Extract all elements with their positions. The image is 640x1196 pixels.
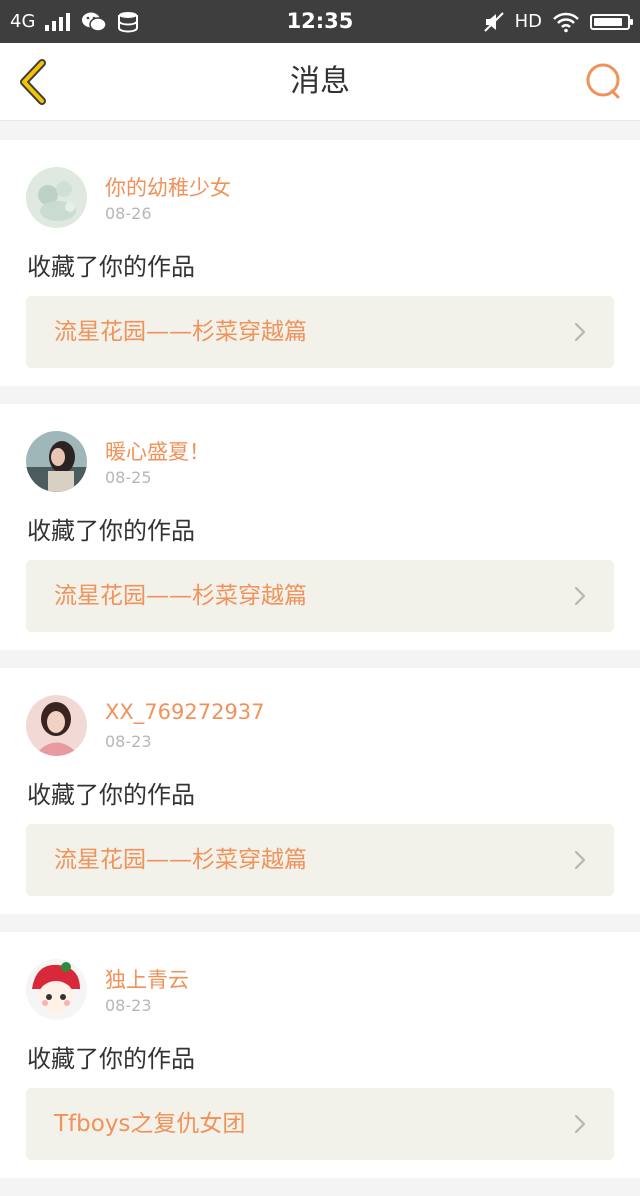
message-date: 08-23 <box>105 732 152 751</box>
message-card: 独上青云 08-23 收藏了你的作品 Tfboys之复仇女团 <box>0 932 640 1178</box>
status-right: HD <box>483 0 633 43</box>
message-date: 08-25 <box>105 468 152 487</box>
message-card: 暖心盛夏！ 08-25 收藏了你的作品 流星花园——杉菜穿越篇 <box>0 404 640 650</box>
avatar[interactable] <box>26 431 87 492</box>
mute-icon <box>483 11 504 32</box>
avatar[interactable] <box>26 167 87 228</box>
avatar[interactable] <box>26 959 87 1020</box>
message-list: 你的幼稚少女 08-26 收藏了你的作品 流星花园——杉菜穿越篇 暖心盛夏！ 0… <box>0 140 640 1196</box>
battery-icon <box>590 13 633 30</box>
chevron-right-icon <box>574 322 586 342</box>
work-title: 流星花园——杉菜穿越篇 <box>54 319 307 345</box>
search-button[interactable] <box>584 61 624 101</box>
work-title: Tfboys之复仇女团 <box>54 1111 246 1137</box>
chevron-right-icon <box>574 586 586 606</box>
wifi-icon <box>553 12 579 32</box>
action-text: 收藏了你的作品 <box>27 517 195 545</box>
search-icon <box>586 63 620 99</box>
username[interactable]: XX_769272937 <box>105 700 265 724</box>
chevron-right-icon <box>574 1114 586 1134</box>
username[interactable]: 你的幼稚少女 <box>105 172 231 202</box>
username[interactable]: 暖心盛夏！ <box>105 436 210 466</box>
work-title: 流星花园——杉菜穿越篇 <box>54 847 307 873</box>
action-text: 收藏了你的作品 <box>27 1045 195 1073</box>
work-link[interactable]: Tfboys之复仇女团 <box>26 1088 614 1160</box>
work-title: 流星花园——杉菜穿越篇 <box>54 583 307 609</box>
message-card: 你的幼稚少女 08-26 收藏了你的作品 流星花园——杉菜穿越篇 <box>0 140 640 386</box>
status-bar: 4G 12:35 HD <box>0 0 640 43</box>
message-card: XX_769272937 08-23 收藏了你的作品 流星花园——杉菜穿越篇 <box>0 668 640 914</box>
chevron-right-icon <box>574 850 586 870</box>
work-link[interactable]: 流星花园——杉菜穿越篇 <box>26 824 614 896</box>
work-link[interactable]: 流星花园——杉菜穿越篇 <box>26 296 614 368</box>
page-title: 消息 <box>290 64 350 99</box>
message-date: 08-26 <box>105 204 152 223</box>
username[interactable]: 独上青云 <box>105 964 189 994</box>
work-link[interactable]: 流星花园——杉菜穿越篇 <box>26 560 614 632</box>
message-date: 08-23 <box>105 996 152 1015</box>
nav-header: 消息 <box>0 43 640 121</box>
action-text: 收藏了你的作品 <box>27 781 195 809</box>
action-text: 收藏了你的作品 <box>27 253 195 281</box>
avatar[interactable] <box>26 695 87 756</box>
hd-indicator: HD <box>514 11 542 32</box>
